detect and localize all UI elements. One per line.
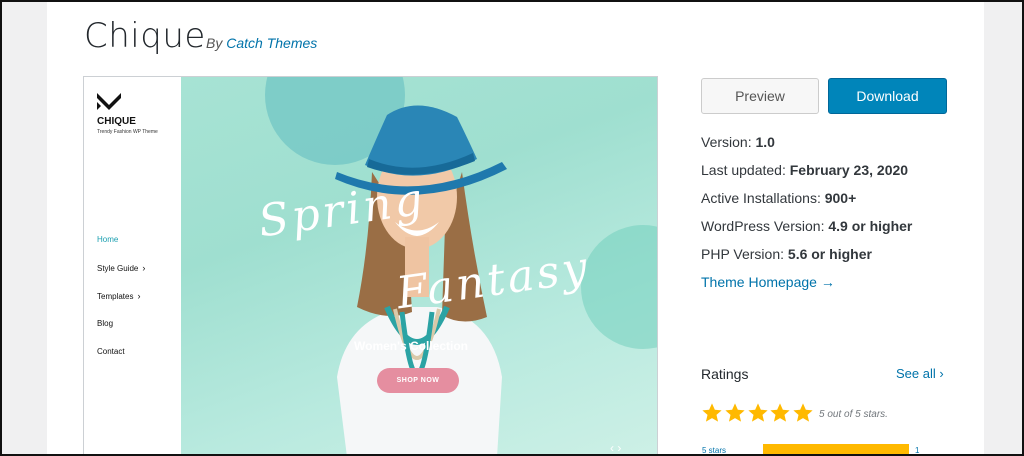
screenshot-nav-item: Contact [97,346,145,374]
meta-wp-value: 4.9 or higher [828,218,913,234]
hero-decor-circle [581,225,657,349]
meta-php-value: 5.6 or higher [787,246,872,262]
chevron-right-icon: › [939,366,944,381]
author-link[interactable]: Catch Themes [226,35,317,51]
chique-logo-icon [97,93,121,110]
rating-bar-count[interactable]: 1 [915,446,919,455]
meta-wp-label: WordPress Version: [701,218,825,234]
rating-bar-fill [763,444,909,456]
theme-homepage-link[interactable]: Theme Homepage → [701,274,835,290]
theme-screenshot: CHIQUE Trendy Fashion WP Theme Home Style… [83,76,658,456]
screenshot-nav-label: Home [97,235,119,244]
meta-installs-label: Active Installations: [701,190,821,206]
see-all-link[interactable]: See all › [896,366,944,381]
hero-subtitle: Women's Collection [354,339,468,353]
rating-bar-label[interactable]: 5 stars [702,446,726,455]
theme-byline: By Catch Themes [206,35,317,51]
meta-version-value: 1.0 [755,134,775,150]
ratings-heading: Ratings [701,366,749,382]
screenshot-nav: Home Style Guide › Templates › Blog Contact [97,234,145,374]
screenshot-nav-label: Templates [97,292,134,301]
screenshot-nav-item: Style Guide › [97,262,145,290]
star-icon [793,403,813,422]
chevron-right-icon: › [142,263,146,273]
star-icon [725,403,745,422]
screenshot-logo-text: CHIQUE [97,116,136,127]
shop-now-button: SHOP NOW [377,368,459,393]
star-icon [702,403,722,422]
screenshot-nav-item: Home [97,234,145,262]
screenshot-nav-label: Blog [97,319,114,328]
meta-installs-value: 900+ [824,190,857,206]
chevron-right-icon: › [137,291,141,301]
theme-meta: Version: 1.0 Last updated: February 23, … [701,128,912,296]
screenshot-nav-label: Style Guide [97,264,139,273]
meta-wp-version: WordPress Version: 4.9 or higher [701,212,912,240]
meta-updated-label: Last updated: [701,162,786,178]
meta-php-label: PHP Version: [701,246,785,262]
screenshot-logo-tagline: Trendy Fashion WP Theme [97,129,158,135]
screenshot-sidebar: CHIQUE Trendy Fashion WP Theme Home Style… [84,77,181,456]
meta-php-version: PHP Version: 5.6 or higher [701,240,912,268]
screenshot-nav-item: Blog [97,318,145,346]
meta-version: Version: 1.0 [701,128,912,156]
screenshot-nav-item: Templates › [97,290,145,318]
slider-arrows-icon: ‹ › [610,441,622,455]
star-rating [701,402,815,424]
meta-homepage-row: Theme Homepage → [701,268,912,296]
meta-last-updated: Last updated: February 23, 2020 [701,156,912,184]
stars-label: 5 out of 5 stars. [819,409,888,420]
download-button[interactable]: Download [828,78,947,114]
screenshot-hero: Spring Fantasy Women's Collection SHOP N… [181,77,657,456]
theme-page: Chique By Catch Themes CHIQUE Trendy Fas… [47,0,984,456]
screenshot-nav-label: Contact [97,347,125,356]
meta-version-label: Version: [701,134,752,150]
star-icon [747,403,768,422]
meta-updated-value: February 23, 2020 [789,162,909,178]
byline-prefix: By [206,35,223,51]
preview-button[interactable]: Preview [701,78,819,114]
star-icon [770,403,791,422]
meta-active-installs: Active Installations: 900+ [701,184,912,212]
see-all-label: See all [896,366,936,381]
theme-title: Chique [84,16,206,56]
